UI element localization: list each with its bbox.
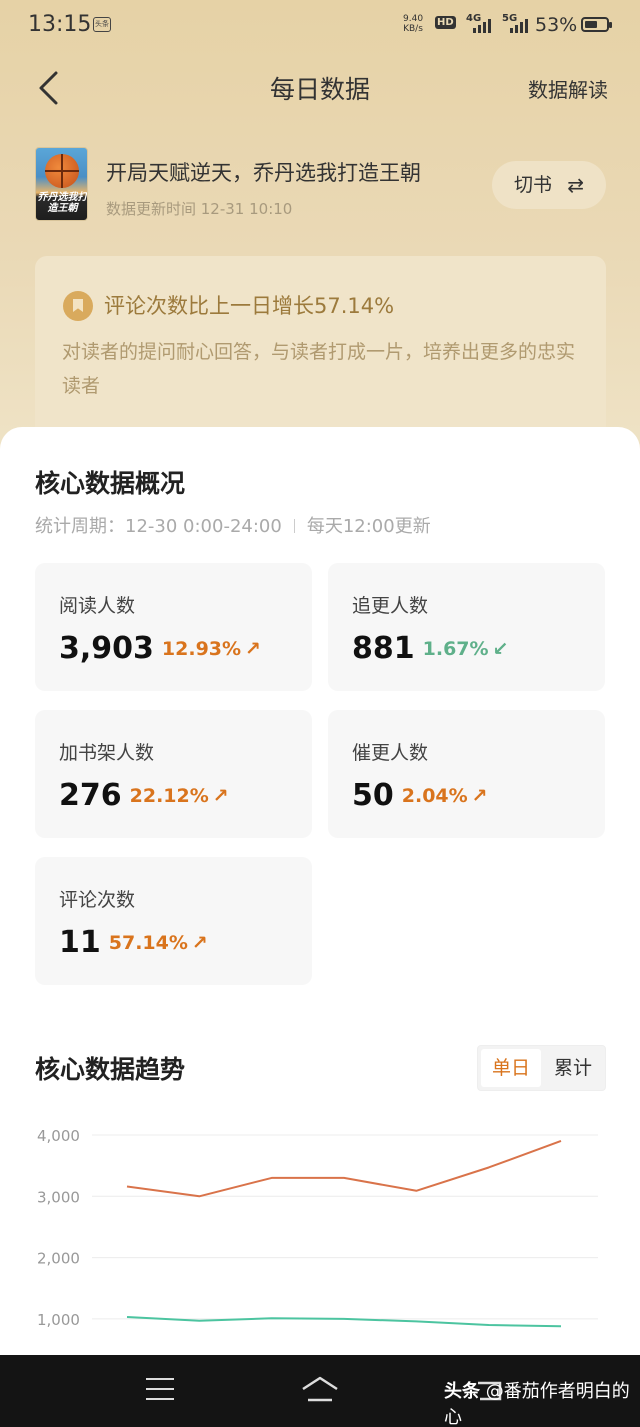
y-tick-label: 4,000 [37, 1127, 80, 1145]
stat-label: 追更人数 [352, 595, 429, 617]
stat-value: 276 22.12% ↗ [59, 778, 229, 813]
stat-card-urge-updates[interactable]: 催更人数 50 2.04% ↗ [328, 710, 605, 838]
insight-title: 评论次数比上一日增长57.14% [104, 294, 395, 318]
swap-icon: ⇄ [567, 173, 584, 197]
status-bar: 13:15 头条 9.40 KB/s HD 4G 5G 53% [0, 0, 640, 52]
switch-book-button[interactable]: 切书 ⇄ [492, 161, 606, 209]
toutiao-badge-icon: 头条 [93, 17, 111, 32]
book-cover-text: 乔丹选我打造王朝 [37, 192, 88, 214]
network-speed: 9.40 KB/s [403, 14, 424, 34]
trend-title: 核心数据趋势 [35, 1055, 186, 1084]
stat-label: 加书架人数 [59, 742, 155, 764]
watermark: 头条 @番茄作者明白的心 [444, 1381, 630, 1427]
basketball-icon [45, 154, 79, 188]
stat-label: 评论次数 [59, 889, 136, 911]
toggle-cumulative[interactable]: 累计 [543, 1049, 603, 1087]
stat-card-bookshelf[interactable]: 加书架人数 276 22.12% ↗ [35, 710, 312, 838]
stat-card-followers[interactable]: 追更人数 881 1.67% ↙ [328, 563, 605, 691]
status-time: 13:15 [28, 12, 92, 37]
stat-label: 阅读人数 [59, 595, 136, 617]
stat-change: 22.12% ↗ [129, 785, 229, 807]
arrow-up-icon: ↗ [471, 785, 488, 807]
stat-value: 3,903 12.93% ↗ [59, 631, 261, 666]
data-interpretation-link[interactable]: 数据解读 [528, 74, 608, 103]
system-nav-bar: 头条 @番茄作者明白的心 [0, 1355, 640, 1427]
menu-icon[interactable] [146, 1377, 174, 1401]
book-cover[interactable]: 乔丹选我打造王朝 [35, 147, 88, 221]
y-tick-label: 2,000 [37, 1250, 80, 1268]
stat-value: 11 57.14% ↗ [59, 925, 208, 960]
stat-change: 2.04% ↗ [401, 785, 488, 807]
home-icon[interactable] [300, 1375, 340, 1405]
arrow-down-icon: ↙ [492, 638, 509, 660]
stat-value: 50 2.04% ↗ [352, 778, 488, 813]
signal-icon [473, 19, 493, 33]
arrow-up-icon: ↗ [245, 638, 261, 660]
stat-card-readers[interactable]: 阅读人数 3,903 12.93% ↗ [35, 563, 312, 691]
series-line-0 [126, 1140, 562, 1198]
stat-value: 881 1.67% ↙ [352, 631, 509, 666]
stat-change: 57.14% ↗ [108, 932, 208, 954]
hd-icon: HD [435, 16, 456, 29]
arrow-up-icon: ↗ [191, 932, 208, 954]
book-title: 开局天赋逆天，乔丹选我打造王朝 [106, 161, 421, 185]
stat-label: 催更人数 [352, 742, 429, 764]
insight-card: 评论次数比上一日增长57.14% 对读者的提问耐心回答，与读者打成一片，培养出更… [35, 256, 606, 456]
stat-period: 统计周期：12-30 0:00-24:00 每天12:00更新 [35, 516, 431, 537]
overview-title: 核心数据概况 [35, 469, 186, 498]
signal-icon [510, 19, 530, 33]
update-time: 数据更新时间 12-31 10:10 [106, 200, 293, 218]
battery-icon [581, 17, 612, 32]
trend-chart: 4,000 3,000 2,000 1,000 [37, 1127, 598, 1329]
insight-description: 对读者的提问耐心回答，与读者打成一片，培养出更多的忠实读者 [62, 341, 576, 397]
trend-toggle: 单日 累计 [477, 1045, 606, 1091]
battery-percent: 53% [535, 14, 578, 36]
arrow-up-icon: ↗ [212, 785, 229, 807]
stat-change: 1.67% ↙ [422, 638, 509, 660]
stat-change: 12.93% ↗ [161, 638, 261, 660]
toggle-single-day[interactable]: 单日 [481, 1049, 541, 1087]
switch-book-label: 切书 [514, 174, 553, 196]
stat-card-comments[interactable]: 评论次数 11 57.14% ↗ [35, 857, 312, 985]
y-tick-label: 3,000 [37, 1188, 80, 1206]
y-tick-label: 1,000 [37, 1311, 80, 1329]
bookmark-icon [63, 291, 93, 321]
